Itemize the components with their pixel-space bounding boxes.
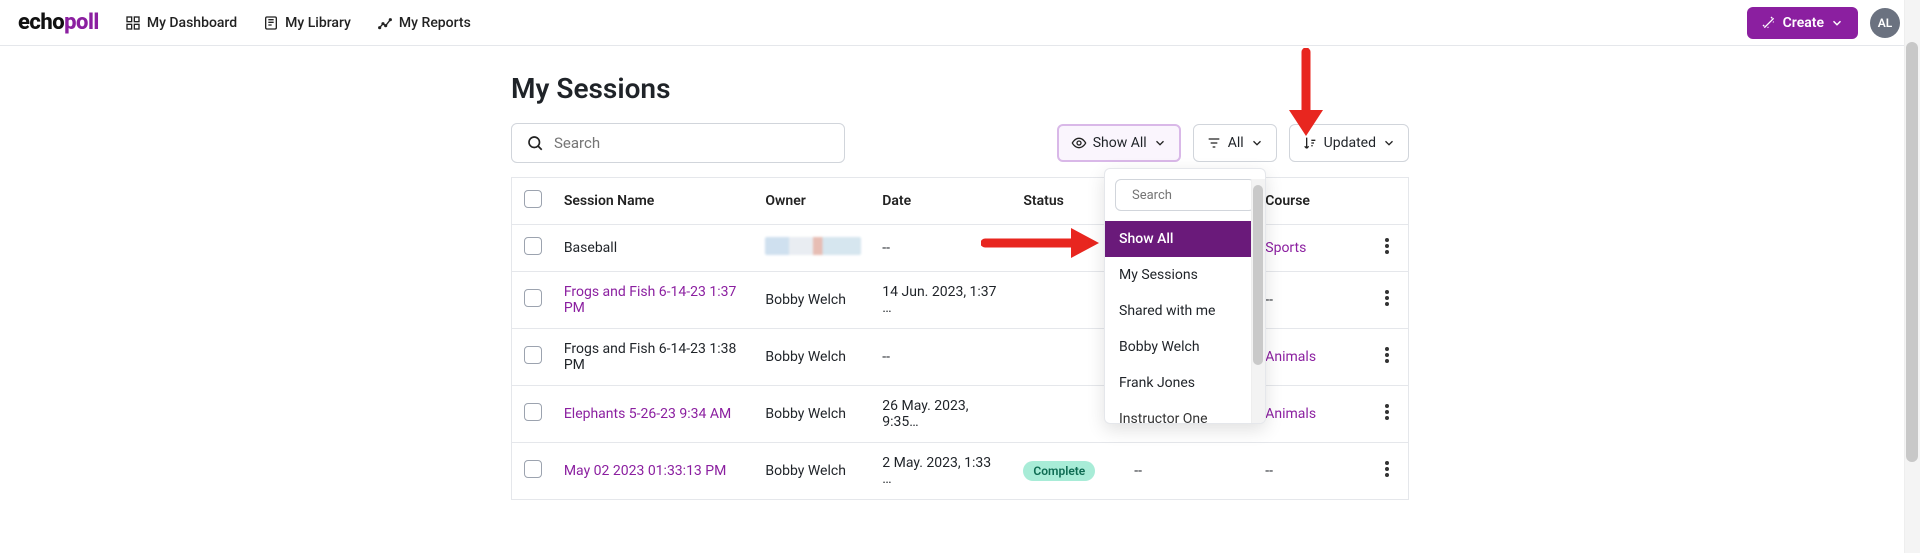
page-body: My Sessions Show All All Updated Session — [511, 46, 1409, 500]
th-course: Course — [1255, 178, 1366, 225]
nav-items: My Dashboard My Library My Reports — [125, 15, 471, 31]
session-date: -- — [882, 240, 890, 256]
course-name[interactable]: Animals — [1265, 406, 1316, 422]
table-header-row: Session Name Owner Date Status Responses… — [512, 178, 1409, 225]
dropdown-item[interactable]: Bobby Welch — [1105, 329, 1265, 365]
eye-icon — [1071, 135, 1087, 151]
th-name: Session Name — [554, 178, 756, 225]
annotation-arrow-down — [1287, 48, 1325, 138]
sort-filter-label: Updated — [1324, 135, 1376, 151]
browser-scrollbar[interactable] — [1904, 0, 1920, 553]
logo-part1: echo — [18, 10, 64, 35]
row-checkbox[interactable] — [524, 403, 542, 421]
th-owner: Owner — [755, 178, 872, 225]
search-icon — [526, 134, 544, 152]
nav-library[interactable]: My Library — [263, 15, 351, 31]
dropdown-search[interactable] — [1115, 179, 1255, 211]
dropdown-item[interactable]: Frank Jones — [1105, 365, 1265, 401]
chevron-down-icon — [1250, 136, 1264, 150]
table-row: Frogs and Fish 6-14-23 1:37 PM Bobby Welc… — [512, 272, 1409, 329]
library-icon — [263, 15, 279, 31]
row-actions-menu[interactable] — [1385, 404, 1389, 420]
row-checkbox[interactable] — [524, 346, 542, 364]
session-date: 14 Jun. 2023, 1:37 … — [882, 284, 996, 316]
controls-row: Show All All Updated — [511, 123, 1409, 163]
owner-name: Bobby Welch — [765, 349, 846, 365]
nav-reports-label: My Reports — [399, 15, 471, 31]
owner-name: Bobby Welch — [765, 406, 846, 422]
logo-part2: poll — [64, 10, 99, 35]
magic-wand-icon — [1761, 15, 1777, 31]
th-date: Date — [872, 178, 1013, 225]
course-name[interactable]: Animals — [1265, 349, 1316, 365]
show-filter-dropdown: Show AllMy SessionsShared with meBobby W… — [1104, 168, 1266, 424]
session-date: 2 May. 2023, 1:33 … — [882, 455, 991, 487]
row-checkbox[interactable] — [524, 460, 542, 478]
app-logo[interactable]: echopoll — [18, 10, 99, 35]
course-name[interactable]: Sports — [1265, 240, 1306, 256]
dropdown-item[interactable]: My Sessions — [1105, 257, 1265, 293]
owner-name: Bobby Welch — [765, 292, 846, 308]
owner-redacted — [765, 237, 861, 255]
table-row: Frogs and Fish 6-14-23 1:38 PM Bobby Welc… — [512, 329, 1409, 386]
row-checkbox[interactable] — [524, 237, 542, 255]
dropdown-scrollbar[interactable] — [1251, 179, 1265, 423]
sessions-table: Session Name Owner Date Status Responses… — [511, 177, 1409, 500]
table-row: Baseball -- Sports — [512, 225, 1409, 272]
chevron-down-icon — [1830, 16, 1844, 30]
session-search[interactable] — [511, 123, 845, 163]
type-filter-label: All — [1228, 135, 1244, 151]
dashboard-icon — [125, 15, 141, 31]
session-name: Frogs and Fish 6-14-23 1:38 PM — [564, 341, 737, 373]
course-name: -- — [1265, 292, 1273, 308]
row-actions-menu[interactable] — [1385, 238, 1389, 254]
reports-icon — [377, 15, 393, 31]
session-date: 26 May. 2023, 9:35… — [882, 398, 968, 430]
type-filter[interactable]: All — [1193, 124, 1277, 162]
session-date: -- — [882, 349, 890, 365]
avatar-initials: AL — [1878, 16, 1893, 30]
session-name[interactable]: Frogs and Fish 6-14-23 1:37 PM — [564, 284, 737, 316]
chevron-down-icon — [1382, 136, 1396, 150]
course-name: -- — [1265, 463, 1273, 479]
chevron-down-icon — [1153, 136, 1167, 150]
session-name: Baseball — [564, 240, 617, 256]
dropdown-scroll-thumb[interactable] — [1253, 185, 1263, 365]
annotation-arrow-right — [981, 226, 1101, 260]
dropdown-search-input[interactable] — [1132, 188, 1266, 203]
row-actions-menu[interactable] — [1385, 461, 1389, 477]
show-filter-label: Show All — [1093, 135, 1147, 151]
select-all-checkbox[interactable] — [524, 190, 542, 208]
create-button[interactable]: Create — [1747, 7, 1858, 39]
row-checkbox[interactable] — [524, 289, 542, 307]
session-name[interactable]: May 02 2023 01:33:13 PM — [564, 463, 727, 479]
dropdown-item[interactable]: Shared with me — [1105, 293, 1265, 329]
top-nav: echopoll My Dashboard My Library My Repo… — [0, 0, 1920, 46]
browser-scroll-thumb[interactable] — [1906, 42, 1918, 462]
table-row: Elephants 5-26-23 9:34 AM Bobby Welch 26 M… — [512, 386, 1409, 443]
nav-reports[interactable]: My Reports — [377, 15, 471, 31]
create-label: Create — [1783, 15, 1824, 31]
dropdown-item[interactable]: Show All — [1105, 221, 1265, 257]
filter-icon — [1206, 135, 1222, 151]
page-title: My Sessions — [511, 72, 1409, 105]
row-actions-menu[interactable] — [1385, 290, 1389, 306]
session-name[interactable]: Elephants 5-26-23 9:34 AM — [564, 406, 731, 422]
user-avatar[interactable]: AL — [1870, 8, 1900, 38]
dropdown-item[interactable]: Instructor One — [1105, 401, 1265, 423]
responses: -- — [1134, 463, 1142, 479]
nav-dashboard-label: My Dashboard — [147, 15, 237, 31]
show-filter[interactable]: Show All — [1057, 124, 1181, 162]
owner-name: Bobby Welch — [765, 463, 846, 479]
row-actions-menu[interactable] — [1385, 347, 1389, 363]
nav-library-label: My Library — [285, 15, 351, 31]
nav-dashboard[interactable]: My Dashboard — [125, 15, 237, 31]
session-search-input[interactable] — [554, 134, 830, 152]
table-row: May 02 2023 01:33:13 PM Bobby Welch 2 May.… — [512, 443, 1409, 500]
status-badge: Complete — [1023, 461, 1095, 481]
